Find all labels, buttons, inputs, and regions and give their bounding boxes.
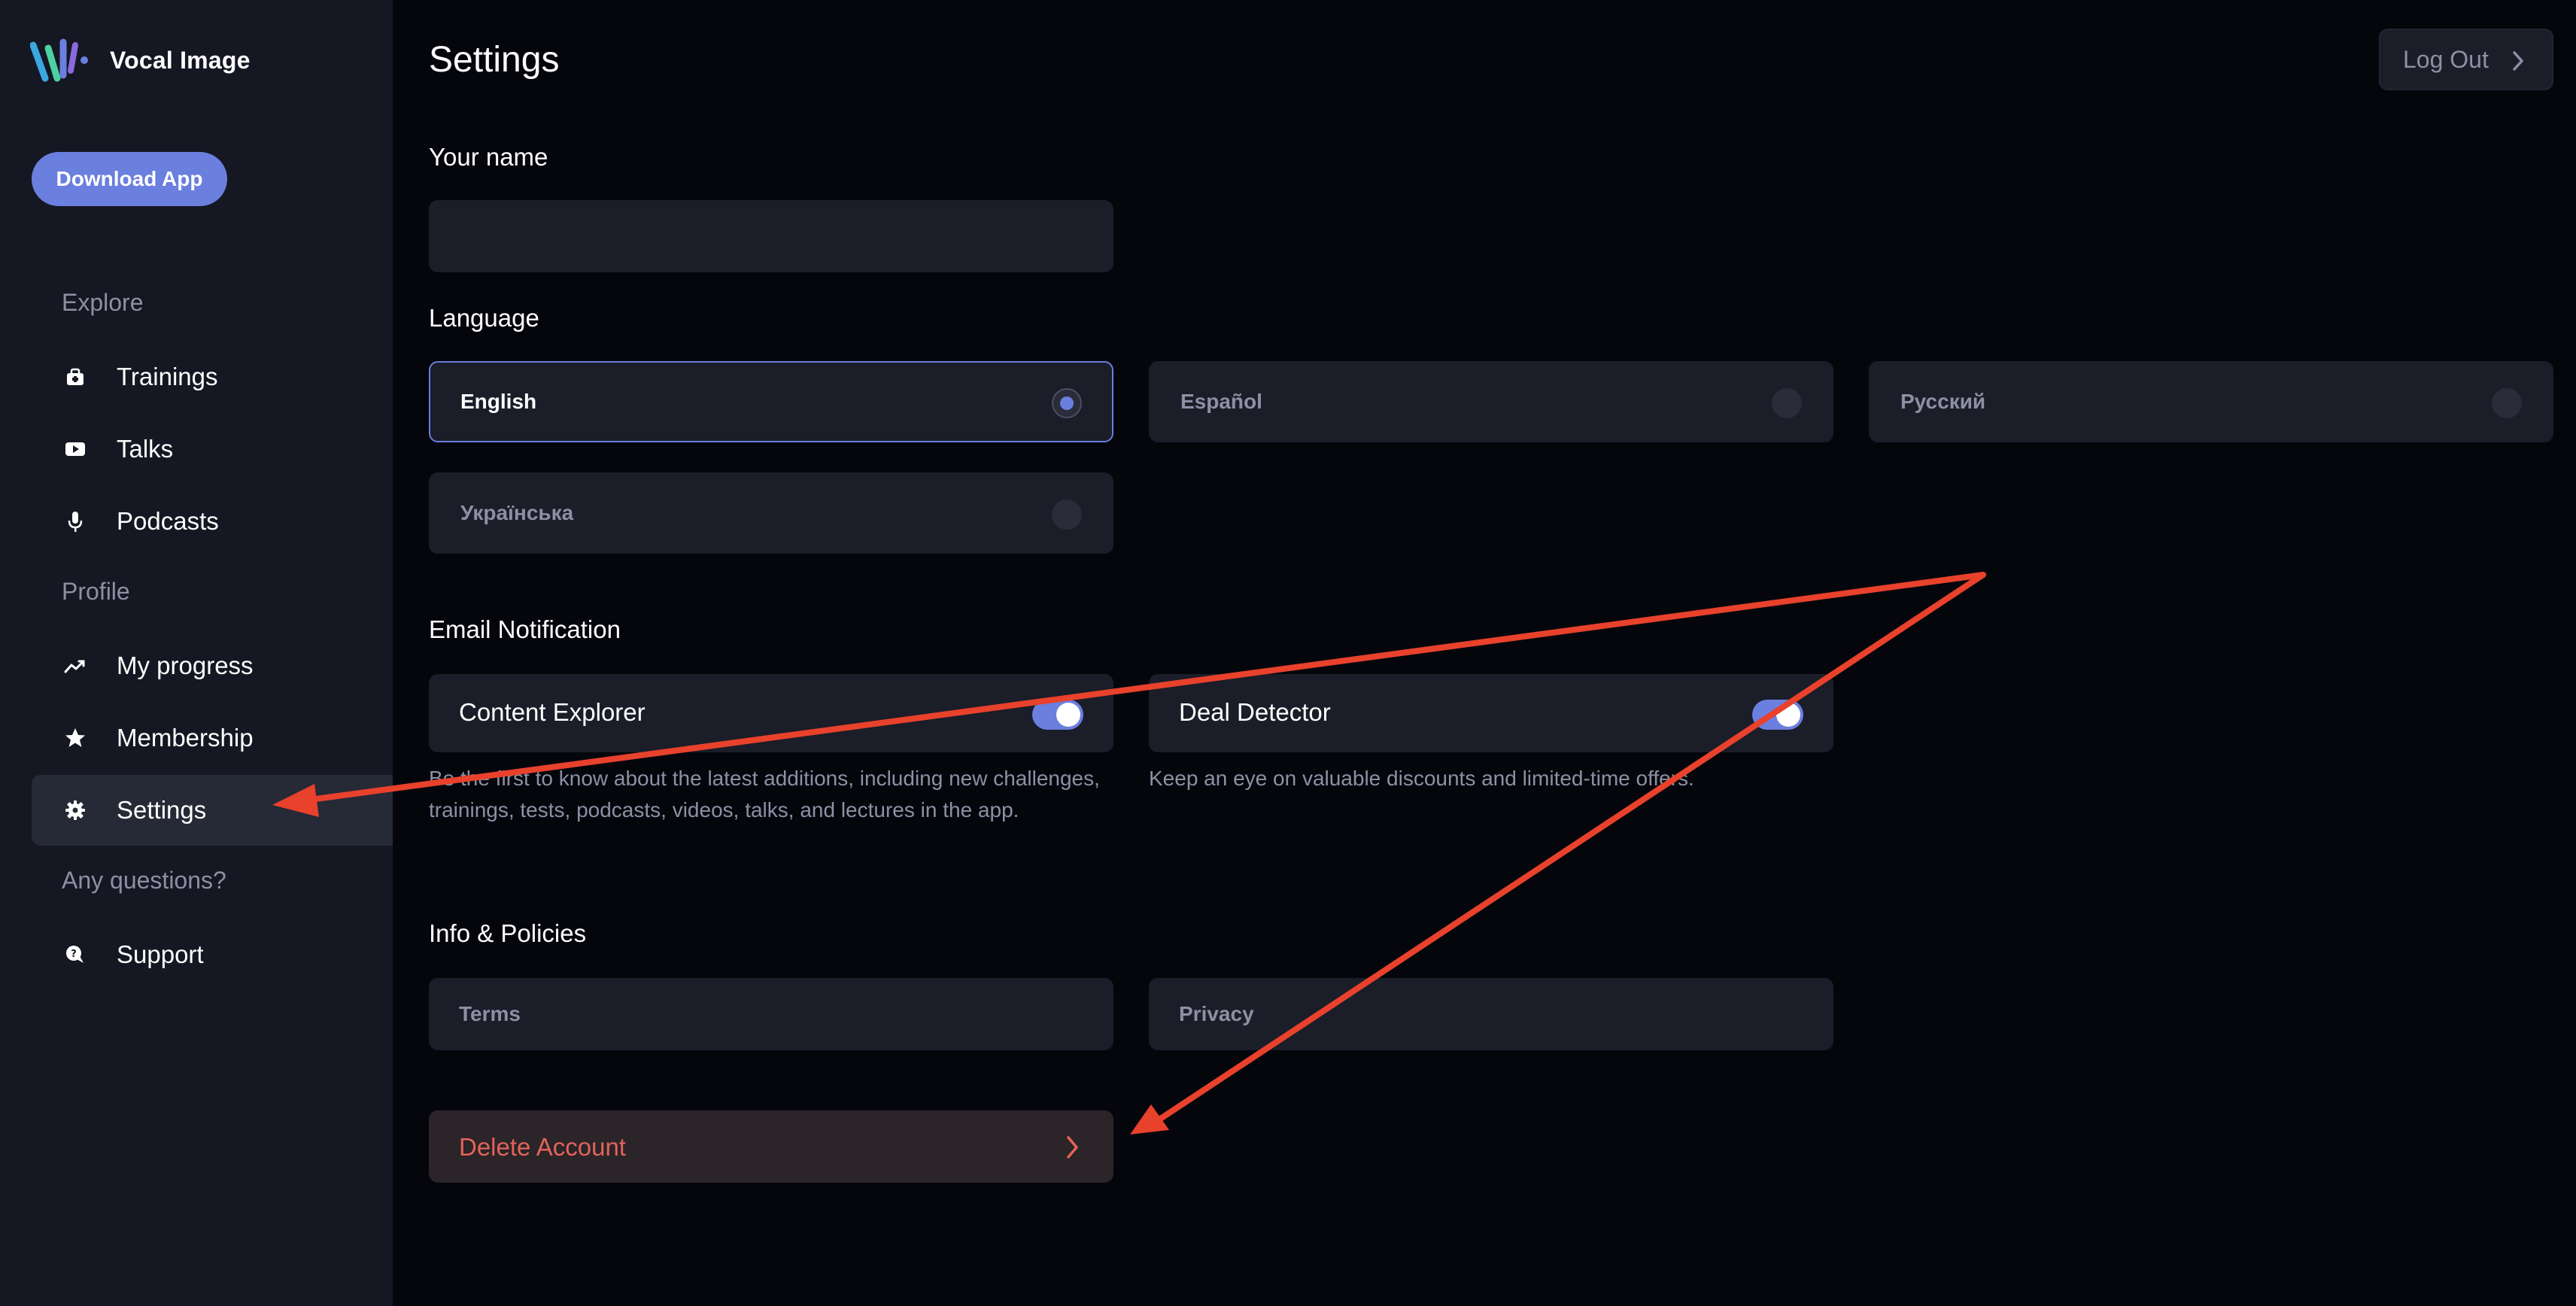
- sidebar-item-talks[interactable]: Talks: [32, 414, 393, 484]
- your-name-label: Your name: [429, 143, 548, 171]
- trend-line-icon: [62, 652, 89, 679]
- deal-detector-toggle[interactable]: [1752, 700, 1803, 730]
- privacy-link[interactable]: Privacy: [1149, 978, 1833, 1050]
- sidebar-item-trainings[interactable]: Trainings: [32, 342, 393, 412]
- brand[interactable]: Vocal Image: [30, 38, 251, 83]
- sidebar-item-label: Support: [117, 940, 204, 968]
- chevron-right-icon: [1067, 1136, 1078, 1159]
- trainings-icon: [62, 363, 89, 390]
- microphone-icon: [62, 508, 89, 535]
- sidebar-item-membership[interactable]: Membership: [32, 703, 393, 773]
- language-option-label: Українська: [460, 501, 574, 524]
- sidebar: Vocal Image Download App Explore Trainin…: [0, 0, 393, 1306]
- notification-deal-detector: Deal Detector: [1149, 674, 1833, 752]
- sidebar-item-label: Membership: [117, 724, 254, 752]
- support-icon: ?: [62, 941, 89, 968]
- sidebar-item-label: Talks: [117, 435, 174, 463]
- star-icon: [62, 724, 89, 752]
- language-option-label: English: [460, 390, 537, 413]
- notification-label: Deal Detector: [1179, 698, 1331, 726]
- section-label-explore: Explore: [62, 289, 144, 316]
- language-option-label: Русский: [1900, 390, 1986, 413]
- play-icon: [62, 436, 89, 463]
- sidebar-item-label: Settings: [117, 796, 207, 824]
- language-option-ukrainian[interactable]: Українська: [429, 472, 1113, 554]
- download-app-button[interactable]: Download App: [32, 152, 227, 206]
- page-title: Settings: [429, 40, 560, 80]
- terms-label: Terms: [459, 1002, 521, 1025]
- notification-content-explorer: Content Explorer: [429, 674, 1113, 752]
- sidebar-item-label: Podcasts: [117, 507, 219, 535]
- radio-unselected[interactable]: [1052, 500, 1082, 530]
- email-notification-label: Email Notification: [429, 615, 621, 643]
- svg-text:?: ?: [71, 949, 77, 960]
- sidebar-item-podcasts[interactable]: Podcasts: [32, 486, 393, 557]
- sidebar-item-settings[interactable]: Settings: [32, 775, 393, 846]
- delete-account-button[interactable]: Delete Account: [429, 1110, 1113, 1183]
- language-option-russian[interactable]: Русский: [1869, 361, 2553, 442]
- toggle-knob: [1776, 703, 1800, 727]
- log-out-label: Log Out: [2403, 45, 2489, 73]
- your-name-input[interactable]: [429, 200, 1113, 272]
- section-label-profile: Profile: [62, 578, 130, 605]
- chevron-right-icon: [2513, 51, 2523, 71]
- app-window: Vocal Image Download App Explore Trainin…: [0, 0, 2576, 1306]
- sidebar-item-label: My progress: [117, 651, 254, 679]
- gear-icon: [62, 797, 89, 824]
- language-option-espanol[interactable]: Español: [1149, 361, 1833, 442]
- delete-account-label: Delete Account: [459, 1133, 626, 1161]
- radio-unselected[interactable]: [2492, 388, 2522, 418]
- language-label: Language: [429, 304, 539, 332]
- radio-selected[interactable]: [1052, 388, 1082, 418]
- language-option-label: Español: [1180, 390, 1262, 413]
- sidebar-item-my-progress[interactable]: My progress: [32, 630, 393, 701]
- sidebar-item-support[interactable]: ? Support: [32, 919, 393, 990]
- notification-description: Be the first to know about the latest ad…: [429, 767, 1100, 822]
- log-out-button[interactable]: Log Out: [2379, 29, 2553, 90]
- notification-description: Keep an eye on valuable discounts and li…: [1149, 767, 1694, 790]
- notification-label: Content Explorer: [459, 698, 646, 726]
- privacy-label: Privacy: [1179, 1002, 1254, 1025]
- radio-unselected[interactable]: [1772, 388, 1802, 418]
- vocal-image-logo-icon: [30, 38, 88, 82]
- sidebar-item-label: Trainings: [117, 363, 218, 390]
- info-policies-label: Info & Policies: [429, 919, 587, 947]
- app-name: Vocal Image: [110, 46, 251, 74]
- content-explorer-toggle[interactable]: [1032, 700, 1083, 730]
- language-option-english[interactable]: English: [429, 361, 1113, 442]
- section-label-any-questions: Any questions?: [62, 867, 226, 894]
- annotation-arrow-to-delete-account: [1130, 572, 1986, 1134]
- toggle-knob: [1056, 703, 1080, 727]
- terms-link[interactable]: Terms: [429, 978, 1113, 1050]
